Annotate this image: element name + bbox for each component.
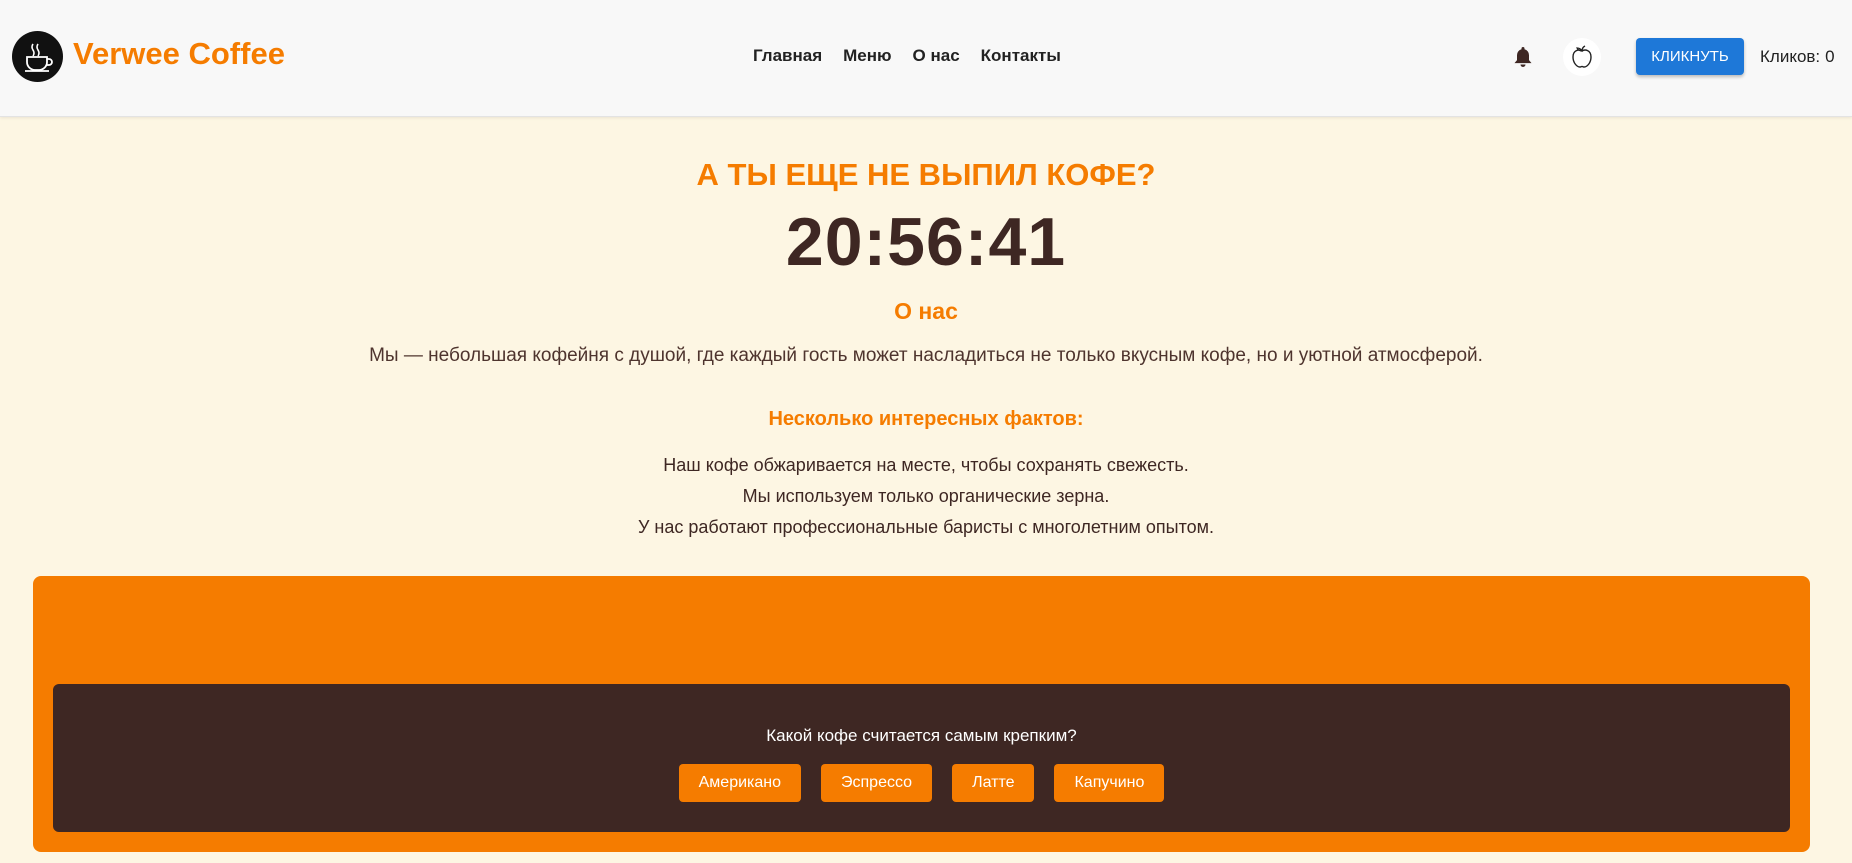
promo-heading: А ТЫ ЕЩЕ НЕ ВЫПИЛ КОФЕ? [696, 157, 1156, 192]
clock: 20:56:41 [785, 204, 1067, 280]
quiz-card: Какой кофе считается самым крепким? Амер… [53, 684, 1790, 832]
click-counter: Кликов: 0 [1760, 47, 1835, 67]
quiz-section: Какой кофе считается самым крепким? Амер… [33, 576, 1810, 852]
site-header: Verwee Coffee Главная Меню О нас Контакт… [0, 0, 1852, 117]
about-title: О нас [894, 298, 958, 324]
click-button[interactable]: КЛИКНУТЬ [1636, 38, 1744, 75]
nav-item-contacts[interactable]: Контакты [981, 46, 1061, 66]
nav-item-about[interactable]: О нас [913, 46, 960, 66]
click-counter-value: 0 [1825, 47, 1835, 66]
quiz-answers: Американо Эспрессо Латте Капучино [53, 764, 1790, 802]
list-item: У нас работают профессиональные баристы … [637, 517, 1215, 537]
answer-button-cappuccino[interactable]: Капучино [1054, 764, 1165, 802]
coffee-cup-icon[interactable] [12, 31, 63, 82]
brand-name[interactable]: Verwee Coffee [73, 36, 285, 72]
about-text: Мы — небольшая кофейня с душой, где кажд… [369, 345, 1483, 366]
facts-title: Несколько интересных фактов: [768, 408, 1084, 430]
list-item: Мы используем только органические зерна. [742, 486, 1110, 506]
quiz-question: Какой кофе считается самым крепким? [766, 726, 1077, 745]
facts-list: Наш кофе обжаривается на месте, чтобы со… [0, 450, 1852, 543]
answer-button-espresso[interactable]: Эспрессо [821, 764, 933, 802]
nav-item-menu[interactable]: Меню [843, 46, 891, 66]
answer-button-americano[interactable]: Американо [678, 764, 802, 802]
click-counter-label: Кликов: [1760, 47, 1821, 66]
nav-item-home[interactable]: Главная [753, 46, 822, 66]
main-nav: Главная Меню О нас Контакты [753, 46, 1061, 66]
list-item: Наш кофе обжаривается на месте, чтобы со… [663, 455, 1189, 475]
answer-button-latte[interactable]: Латте [952, 764, 1035, 802]
apple-icon[interactable] [1563, 38, 1601, 76]
bell-icon[interactable] [1511, 44, 1535, 70]
